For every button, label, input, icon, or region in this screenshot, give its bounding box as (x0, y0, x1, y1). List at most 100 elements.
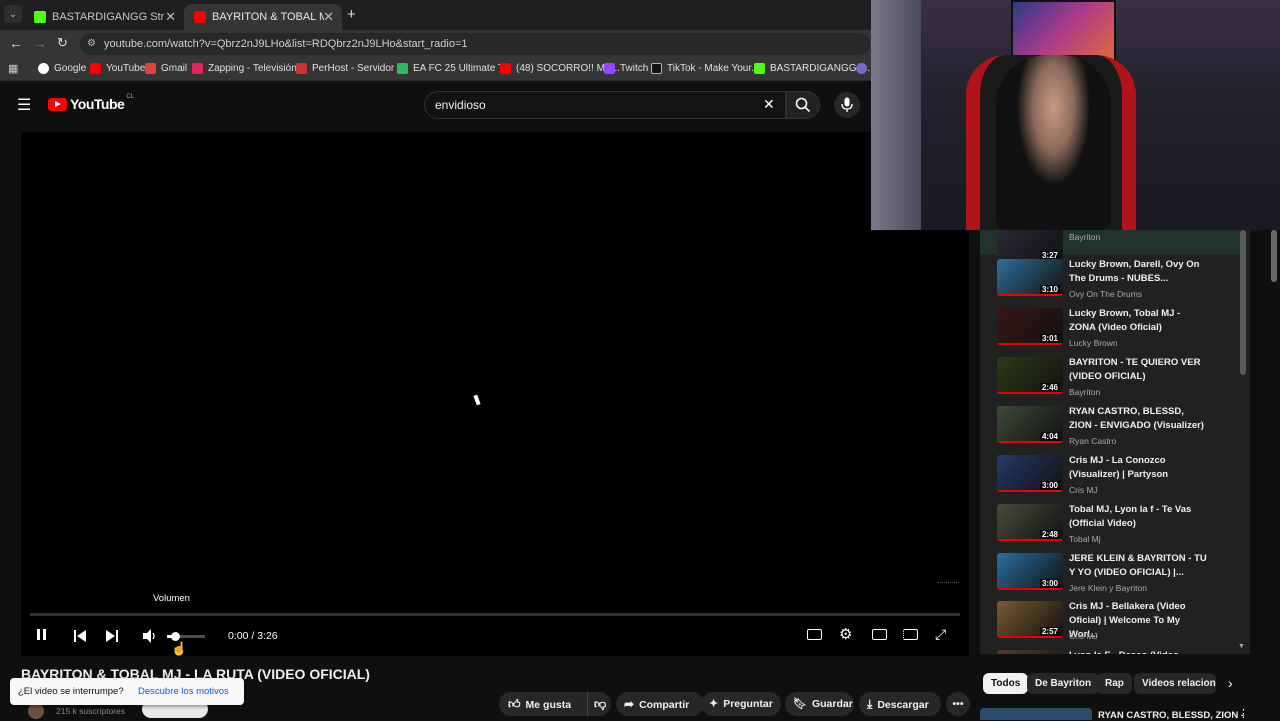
interruption-notice: ¿El video se interrumpe? Descubre los mo… (10, 678, 244, 705)
video-thumbnail[interactable]: 2:57 (997, 601, 1063, 638)
playlist-item-title[interactable]: Cris MJ - La Conozco (Visualizer) | Part… (1069, 454, 1209, 482)
previous-icon[interactable] (74, 630, 86, 642)
watched-bar (997, 588, 1063, 590)
reload-icon[interactable]: ↻ (57, 35, 68, 51)
apps-icon[interactable]: ▦ (8, 62, 18, 75)
close-icon[interactable]: ✕ (165, 9, 176, 25)
volume-slider[interactable] (167, 632, 205, 641)
bookmark-icon: 🔖︎ (793, 698, 807, 710)
playlist-item-title[interactable]: Lucky Brown, Tobal MJ - ZONA (Video Ofic… (1069, 307, 1209, 335)
url-bar[interactable]: ⚙ youtube.com/watch?v=Qbrz2nJ9LHo&list=R… (80, 33, 870, 55)
more-vert-icon[interactable]: ⋮ (1238, 707, 1249, 720)
next-video-title[interactable]: RYAN CASTRO, BLESSD, ZION - (1098, 710, 1244, 721)
tab-youtube[interactable]: BAYRITON & TOBAL MJ - LA RU ✕ (184, 4, 342, 30)
wall-monitor (1011, 0, 1116, 62)
video-thumbnail[interactable]: 3:01 (997, 308, 1063, 345)
chip-de-bayriton[interactable]: De Bayriton (1027, 673, 1100, 694)
duration-badge: 3:00 (1039, 481, 1060, 490)
voice-search-button[interactable] (834, 92, 860, 118)
clear-search-icon[interactable]: ✕ (763, 96, 775, 113)
playlist-item[interactable]: 2:57 Cris MJ - Bellakera (Video Oficial) … (980, 598, 1240, 647)
subtitles-icon[interactable] (807, 629, 822, 640)
bookmark-gmail[interactable]: Gmail (145, 63, 187, 74)
playlist-item[interactable]: Lyon la F - Deseo (Video... (980, 647, 1240, 654)
bookmark-tiktok[interactable]: TikTok - Make Your... (651, 63, 759, 74)
close-icon[interactable]: ✕ (323, 9, 334, 25)
playlist-item[interactable]: 4:04 RYAN CASTRO, BLESSD, ZION - ENVIGADO… (980, 403, 1240, 452)
bookmark-bastardigangg[interactable]: BASTARDIGANGG |... (754, 63, 870, 74)
video-thumbnail[interactable]: 2:46 (997, 357, 1063, 394)
playlist-item[interactable]: 3:00 Cris MJ - La Conozco (Visualizer) | … (980, 452, 1240, 501)
more-bookmarks-icon[interactable] (856, 63, 867, 74)
save-button[interactable]: 🔖︎ Guardar (785, 692, 854, 716)
video-player[interactable]: Volumen ☝ 0:00 / 3:26 ⚙ ⤢ (21, 132, 969, 656)
miniplayer-icon[interactable] (872, 629, 887, 640)
chip-all[interactable]: Todos (983, 673, 1029, 694)
bookmark-youtube[interactable]: YouTube (90, 63, 145, 74)
playlist-item-title[interactable]: BAYRITON - TE QUIERO VER (VIDEO OFICIAL) (1069, 356, 1209, 384)
forward-icon[interactable]: → (33, 35, 47, 51)
chip-rap[interactable]: Rap (1097, 673, 1132, 694)
bookmark-google[interactable]: Google (38, 63, 86, 74)
duration-badge: 2:57 (1039, 627, 1060, 636)
search-button[interactable] (786, 91, 820, 119)
site-info-icon[interactable]: ⚙ (87, 33, 96, 55)
dislike-icon[interactable]: 👎︎ (587, 692, 606, 716)
like-button[interactable]: 👍︎ Me gusta 👎︎ (499, 692, 611, 716)
scroll-down-icon[interactable]: ▼ (1238, 643, 1245, 650)
pause-icon[interactable] (37, 629, 46, 643)
page-scrollbar[interactable] (1271, 230, 1277, 282)
bookmark-twitch[interactable]: Twitch (604, 63, 648, 74)
sparkle-icon: ✦ (709, 698, 719, 710)
next-video-thumb[interactable] (980, 708, 1092, 720)
channel-avatar[interactable] (28, 703, 44, 719)
video-thumbnail[interactable]: 3:10 (997, 259, 1063, 296)
menu-icon[interactable]: ☰ (17, 95, 31, 115)
more-actions-button[interactable]: ••• (946, 692, 970, 716)
back-icon[interactable]: ← (9, 35, 23, 51)
video-thumbnail[interactable]: 3:00 (997, 553, 1063, 590)
cast-icon[interactable] (903, 629, 918, 640)
new-tab-icon[interactable]: + (347, 6, 356, 23)
bookmark-eafc[interactable]: EA FC 25 Ultimate T... (397, 63, 511, 74)
search-input[interactable]: envidioso ✕ (424, 91, 786, 119)
microphone-icon (841, 97, 853, 112)
playlist-item-title[interactable]: Tobal MJ, Lyon la f - Te Vas (Official V… (1069, 503, 1209, 531)
playlist-item-title[interactable]: JERE KLEIN & BAYRITON - TU Y YO (VIDEO O… (1069, 552, 1209, 580)
download-button[interactable]: ⤓ Descargar (859, 692, 941, 716)
video-thumbnail[interactable]: 3:00 (997, 455, 1063, 492)
notice-link[interactable]: Descubre los motivos (138, 686, 229, 697)
video-thumbnail[interactable] (997, 650, 1063, 654)
playlist-item[interactable]: 3:01 Lucky Brown, Tobal MJ - ZONA (Video … (980, 305, 1240, 354)
next-icon[interactable] (106, 630, 118, 642)
playlist-item-title[interactable]: Lucky Brown, Darell, Ovy On The Drums - … (1069, 258, 1209, 286)
duration-badge: 3:00 (1039, 579, 1060, 588)
playlist-item[interactable]: 3:10 Lucky Brown, Darell, Ovy On The Drum… (980, 256, 1240, 305)
chip-related[interactable]: Videos relaciona (1134, 673, 1216, 694)
video-thumbnail[interactable]: 4:04 (997, 406, 1063, 443)
tab-label: BAYRITON & TOBAL MJ - LA RU (212, 11, 324, 23)
share-button[interactable]: ➦ Compartir (616, 692, 704, 716)
playlist-item[interactable]: 3:00 JERE KLEIN & BAYRITON - TU Y YO (VID… (980, 550, 1240, 599)
youtube-logo[interactable]: YouTube CL (48, 94, 134, 112)
bookmark-socorro[interactable]: (48) SOCORRO!! ME... (500, 63, 620, 74)
bookmark-perhost[interactable]: PerHost - Servidor I... (296, 63, 408, 74)
watched-bar (997, 392, 1063, 394)
fullscreen-icon[interactable]: ⤢ (935, 626, 946, 643)
playlist-item[interactable]: 2:48 Tobal MJ, Lyon la f - Te Vas (Offici… (980, 501, 1240, 550)
ask-button[interactable]: ✦ Preguntar (701, 692, 781, 716)
playlist-item[interactable]: 2:46 BAYRITON - TE QUIERO VER (VIDEO OFIC… (980, 354, 1240, 403)
duration-badge: 2:46 (1039, 383, 1060, 392)
playlist-scrollbar[interactable] (1240, 230, 1246, 375)
chevron-right-icon[interactable]: › (1228, 675, 1233, 691)
tab-stream[interactable]: BASTARDIGANGG Stream - Wa ✕ (24, 4, 184, 30)
tab-list-button[interactable]: ⌄ (4, 5, 22, 23)
settings-icon[interactable]: ⚙ (839, 625, 852, 643)
bookmark-zapping[interactable]: Zapping - Televisión... (192, 63, 305, 74)
volume-knob[interactable] (170, 632, 180, 641)
playlist-item-title[interactable]: RYAN CASTRO, BLESSD, ZION - ENVIGADO (Vi… (1069, 405, 1209, 433)
video-thumbnail[interactable]: 2:48 (997, 504, 1063, 541)
progress-bar[interactable] (30, 613, 960, 616)
volume-icon[interactable] (143, 629, 157, 643)
playlist-item-title[interactable]: Lyon la F - Deseo (Video... (1069, 649, 1209, 654)
